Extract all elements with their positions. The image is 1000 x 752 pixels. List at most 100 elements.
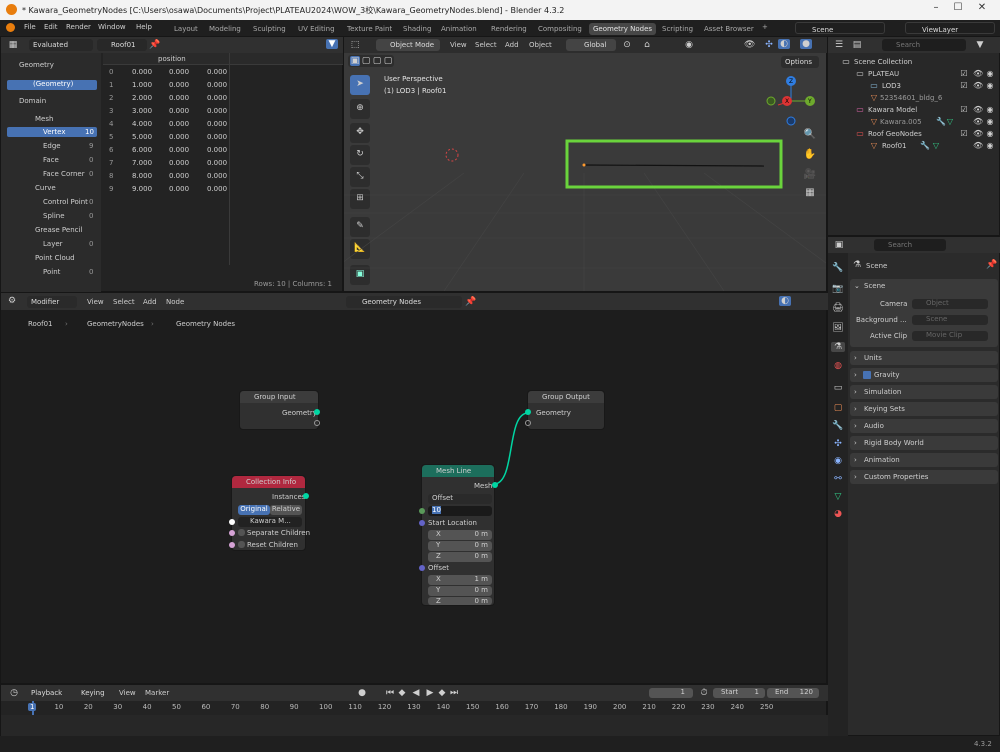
eye-icon[interactable]: 👁 (973, 81, 983, 90)
camera-render-icon[interactable]: ◉ (986, 69, 994, 78)
checkbox-icon[interactable]: ☑ (960, 69, 968, 78)
viewport-menu-object[interactable]: Object (529, 41, 552, 49)
gravity-checkbox[interactable] (863, 371, 871, 379)
blender-menu-icon[interactable] (6, 23, 15, 32)
properties-search[interactable]: Search (874, 239, 946, 251)
data-tab-icon[interactable]: ▽ (831, 492, 845, 502)
display-mode-icon[interactable]: ▤ (850, 40, 864, 50)
prev-key-icon[interactable]: ◆ (397, 688, 407, 698)
tab-shading[interactable]: Shading (399, 23, 435, 35)
camera-render-icon[interactable]: ◉ (986, 81, 994, 90)
domain-layer[interactable]: Layer (43, 240, 63, 248)
pin-icon[interactable]: 📌 (986, 260, 997, 270)
domain-edge[interactable]: Edge (43, 142, 61, 150)
view-layer-tab-icon[interactable]: 🖼 (831, 323, 845, 333)
properties-section[interactable]: › Rigid Body World (850, 436, 998, 450)
domain-grease-pencil[interactable]: Grease Pencil (35, 226, 82, 234)
outliner-row-4[interactable]: 52354601_bldg_6 (828, 92, 1000, 104)
domain-mesh[interactable]: Mesh (35, 115, 53, 123)
playback-menu[interactable]: Playback (27, 687, 71, 699)
render-tab-icon[interactable]: 📷 (831, 284, 845, 294)
evaluation-mode-dropdown[interactable]: Evaluated (29, 39, 93, 51)
minimize-icon[interactable]: – (928, 2, 944, 18)
camera-render-icon[interactable]: ◉ (986, 141, 994, 150)
menu-help[interactable]: Help (136, 23, 152, 31)
proportional-edit-icon[interactable]: ◉ (684, 40, 694, 50)
domain-point-cloud[interactable]: Point Cloud (35, 254, 75, 262)
pin-icon[interactable]: 📌 (149, 40, 160, 50)
viewport-menu-view[interactable]: View (450, 41, 467, 49)
collection-tab-icon[interactable]: ▭ (831, 383, 845, 393)
keying-menu[interactable]: Keying (77, 687, 113, 699)
jump-end-icon[interactable]: ⏭ (449, 688, 459, 698)
next-key-icon[interactable]: ◆ (437, 688, 447, 698)
shading-solid-icon[interactable]: ● (800, 39, 812, 49)
physics-tab-icon[interactable]: ◉ (831, 456, 845, 466)
viewport-editor-icon[interactable]: ⬚ (348, 40, 362, 50)
tab-animation[interactable]: Animation (437, 23, 481, 35)
3d-viewport[interactable]: ⬚ Object Mode View Select Add Object Glo… (343, 36, 828, 292)
tab-geometry-nodes[interactable]: Geometry Nodes (589, 23, 657, 35)
visibility-icon[interactable]: 👁 (744, 40, 755, 50)
play-reverse-icon[interactable]: ◀ (411, 688, 421, 698)
modifiers-tab-icon[interactable]: 🔧 (831, 421, 845, 431)
tab-rendering[interactable]: Rendering (487, 23, 531, 35)
scene-panel-title[interactable]: Scene (864, 282, 885, 290)
world-tab-icon[interactable]: ◍ (831, 361, 845, 371)
overlay-icon[interactable]: ◐ (778, 39, 790, 49)
end-frame-field[interactable]: End 120 (767, 688, 819, 698)
current-frame-field[interactable]: 1 (649, 688, 693, 698)
domain-face-corner[interactable]: Face Corner (43, 170, 85, 178)
camera-render-icon[interactable]: ◉ (986, 117, 994, 126)
domain-control-point[interactable]: Control Point (43, 198, 88, 206)
start-frame-field[interactable]: Start 1 (713, 688, 765, 698)
zoom-icon[interactable]: 🔍 (803, 129, 817, 140)
pivot-icon[interactable]: ⊙ (622, 40, 632, 50)
gizmo-icon[interactable]: ✣ (764, 40, 774, 50)
menu-edit[interactable]: Edit (44, 23, 58, 31)
jump-start-icon[interactable]: ⏮ (385, 688, 395, 698)
active-clip-field[interactable]: Movie Clip (912, 331, 988, 341)
timeline-editor-icon[interactable]: ◷ (7, 688, 21, 698)
tool-tab-icon[interactable]: 🔧 (831, 263, 845, 273)
menu-window[interactable]: Window (98, 23, 126, 31)
checkbox-icon[interactable]: ☑ (960, 105, 968, 114)
properties-section[interactable]: › Audio (850, 419, 998, 433)
add-workspace-icon[interactable]: + (762, 23, 768, 31)
snap-icon[interactable]: ⌂ (642, 40, 652, 50)
pan-hand-icon[interactable]: ✋ (803, 149, 817, 160)
timeline-menu-view[interactable]: View (119, 689, 136, 697)
scene-tab-icon[interactable]: ⚗ (831, 342, 845, 352)
tab-asset-browser[interactable]: Asset Browser (700, 23, 758, 35)
object-mode-dropdown[interactable]: Object Mode (376, 39, 440, 51)
checkbox-icon[interactable]: ☑ (960, 81, 968, 90)
filter-icon[interactable]: ▼ (326, 39, 338, 49)
eye-icon[interactable]: 👁 (973, 105, 983, 114)
domain-face[interactable]: Face (43, 156, 59, 164)
close-icon[interactable]: ✕ (974, 2, 990, 18)
camera-field[interactable]: Object (912, 299, 988, 309)
eye-icon[interactable]: 👁 (973, 117, 983, 126)
properties-section[interactable]: › Simulation (850, 385, 998, 399)
scene-selector[interactable]: Scene (795, 22, 885, 34)
spreadsheet-editor-icon[interactable]: ▦ (5, 40, 21, 50)
tab-layout[interactable]: Layout (170, 23, 202, 35)
tab-uv-editing[interactable]: UV Editing (294, 23, 339, 35)
viewport-menu-select[interactable]: Select (475, 41, 497, 49)
tab-modeling[interactable]: Modeling (205, 23, 245, 35)
maximize-icon[interactable]: ☐ (950, 2, 966, 18)
outliner-editor-icon[interactable]: ☰ (832, 40, 846, 50)
geometry-item[interactable]: (Geometry) (7, 80, 97, 90)
outliner-search[interactable]: Search (882, 39, 966, 51)
object-field[interactable]: Roof01 (97, 39, 147, 51)
viewport-menu-add[interactable]: Add (505, 41, 519, 49)
play-icon[interactable]: ▶ (425, 688, 435, 698)
particles-tab-icon[interactable]: ✣ (831, 439, 845, 449)
checkbox-icon[interactable]: ☑ (960, 129, 968, 138)
properties-section[interactable]: › Custom Properties (850, 470, 998, 484)
menu-render[interactable]: Render (66, 23, 91, 31)
node-editor[interactable]: ⚙ Modifier View Select Add Node Geometry… (0, 292, 828, 684)
outliner-filter-icon[interactable]: ▼ (974, 40, 986, 50)
domain-point[interactable]: Point (43, 268, 60, 276)
properties-section[interactable]: › Keying Sets (850, 402, 998, 416)
